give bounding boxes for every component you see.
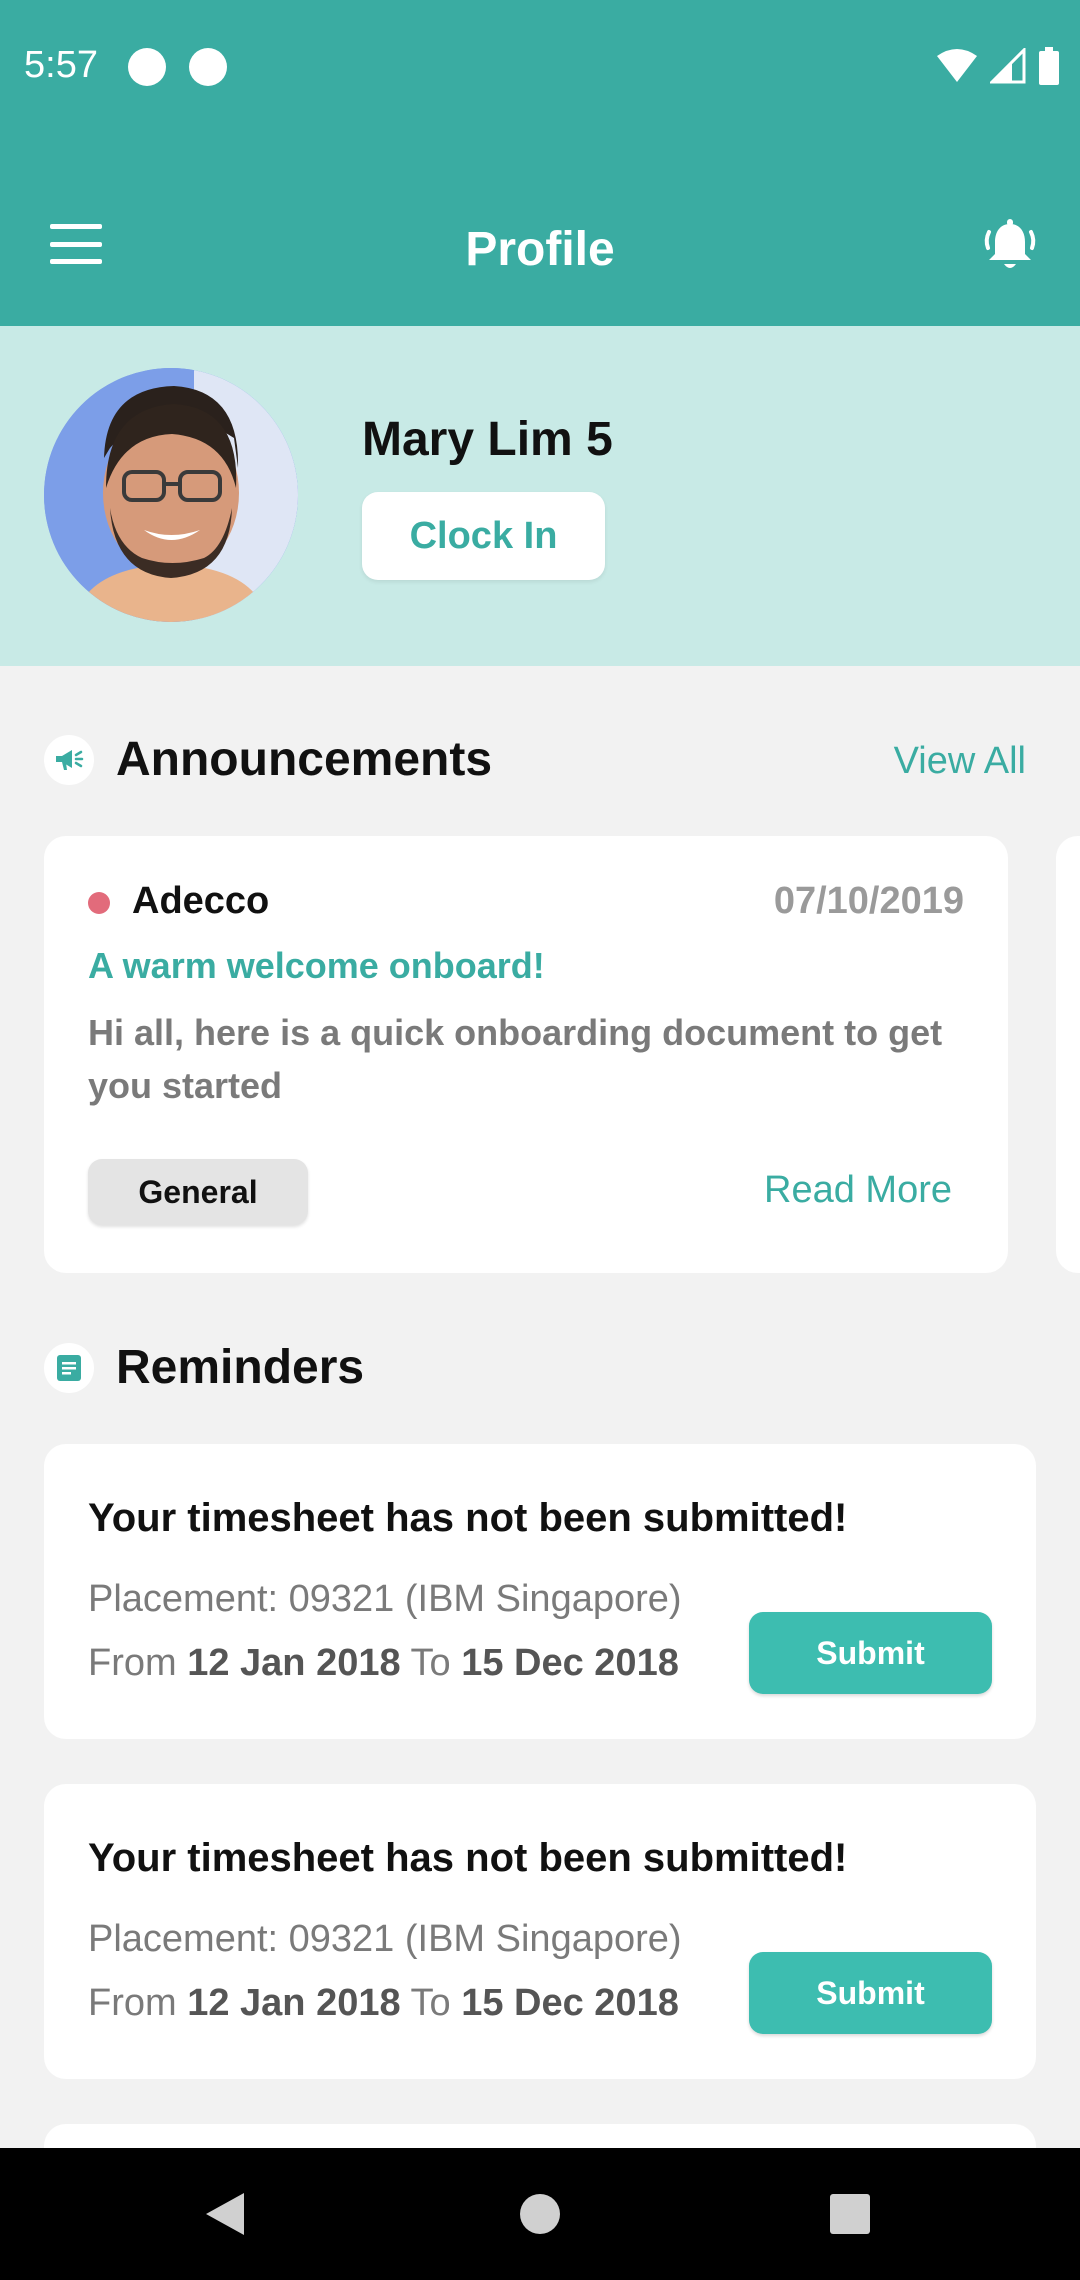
app-bar: Profile xyxy=(0,132,1080,326)
document-icon xyxy=(44,1342,94,1393)
reminder-period: From 12 Jan 2018 To 15 Dec 2018 xyxy=(88,1642,679,1685)
announcements-header: Announcements xyxy=(44,732,492,787)
announcement-card[interactable]: Adecco 07/10/2019 A warm welcome onboard… xyxy=(44,836,1008,1273)
wifi-icon xyxy=(937,49,977,82)
reminder-title: Your timesheet has not been submitted! xyxy=(88,1496,848,1540)
notification-dot-icon xyxy=(128,48,166,86)
reminders-header: Reminders xyxy=(44,1340,364,1395)
view-all-link[interactable]: View All xyxy=(894,740,1026,783)
from-date: 12 Jan 2018 xyxy=(187,1642,401,1684)
clock-in-button[interactable]: Clock In xyxy=(362,492,605,580)
read-more-link[interactable]: Read More xyxy=(764,1169,952,1212)
avatar-photo xyxy=(44,368,298,622)
submit-button[interactable]: Submit xyxy=(749,1612,992,1694)
profile-header: Mary Lim 5 Clock In xyxy=(0,326,1080,666)
reminder-card: Your timesheet has not been submitted! P… xyxy=(44,1784,1036,2079)
to-date: 15 Dec 2018 xyxy=(461,1982,679,2024)
reminder-placement: Placement: 09321 (IBM Singapore) xyxy=(88,1578,682,1620)
notification-dot-icon xyxy=(189,48,227,86)
announcement-source: Adecco xyxy=(132,880,270,922)
from-date: 12 Jan 2018 xyxy=(187,1982,401,2024)
reminders-title: Reminders xyxy=(116,1341,365,1394)
announcements-title: Announcements xyxy=(116,733,493,786)
category-tag: General xyxy=(88,1159,308,1225)
status-icons xyxy=(936,44,1060,88)
announcement-title: A warm welcome onboard! xyxy=(88,945,545,986)
reminder-period: From 12 Jan 2018 To 15 Dec 2018 xyxy=(88,1982,679,2025)
to-date: 15 Dec 2018 xyxy=(461,1642,679,1684)
megaphone-icon xyxy=(44,734,94,785)
back-triangle-icon[interactable] xyxy=(195,2184,255,2244)
reminder-title: Your timesheet has not been submitted! xyxy=(88,1836,848,1880)
home-circle-icon[interactable] xyxy=(510,2184,570,2244)
status-time: 5:57 xyxy=(24,44,98,86)
from-label: From xyxy=(88,1642,177,1684)
signal-icon xyxy=(990,48,1026,84)
reminder-placement: Placement: 09321 (IBM Singapore) xyxy=(88,1918,682,1960)
page-title: Profile xyxy=(465,223,615,276)
reminder-card: Your timesheet has not been submitted! P… xyxy=(44,1444,1036,1739)
avatar[interactable] xyxy=(44,368,298,622)
unread-dot xyxy=(88,892,110,914)
announcement-body: Hi all, here is a quick onboarding docum… xyxy=(88,1012,943,1106)
battery-icon xyxy=(1039,47,1059,85)
status-bar: 5:57 xyxy=(0,0,1080,132)
bell-icon[interactable] xyxy=(980,216,1040,276)
recents-square-icon[interactable] xyxy=(820,2184,880,2244)
to-label: To xyxy=(410,1982,451,2024)
submit-button[interactable]: Submit xyxy=(749,1952,992,2034)
announcement-date: 07/10/2019 xyxy=(773,880,964,922)
from-label: From xyxy=(88,1982,177,2024)
next-announcement-card[interactable] xyxy=(1056,836,1080,1273)
system-nav-bar xyxy=(0,2148,1080,2280)
user-name: Mary Lim 5 xyxy=(362,413,613,466)
to-label: To xyxy=(410,1642,451,1684)
